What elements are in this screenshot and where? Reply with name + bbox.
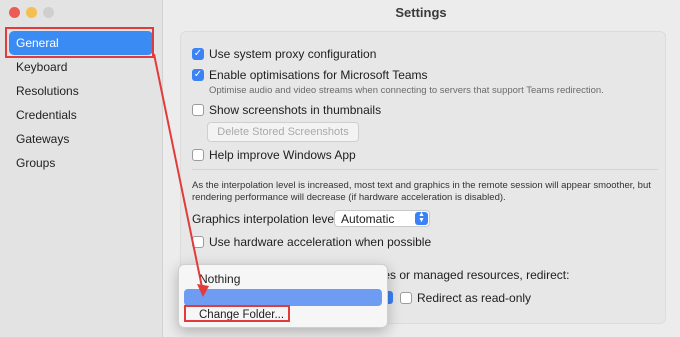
screenshots-label: Show screenshots in thumbnails: [209, 103, 382, 117]
sidebar-item-keyboard[interactable]: Keyboard: [9, 55, 153, 79]
help-improve-checkbox[interactable]: [192, 149, 204, 161]
teams-checkbox[interactable]: ✓: [192, 69, 204, 81]
teams-setting[interactable]: ✓ Enable optimisations for Microsoft Tea…: [192, 68, 428, 82]
readonly-label: Redirect as read-only: [417, 291, 532, 305]
section-divider: [192, 169, 658, 170]
sidebar-item-credentials[interactable]: Credentials: [9, 103, 153, 127]
window-controls: [9, 7, 54, 18]
interpolation-row: Graphics interpolation level:: [192, 212, 340, 226]
zoom-button[interactable]: [43, 7, 54, 18]
readonly-checkbox[interactable]: [400, 292, 412, 304]
minimize-button[interactable]: [26, 7, 37, 18]
proxy-setting[interactable]: ✓ Use system proxy configuration: [192, 47, 376, 61]
interpolation-label: Graphics interpolation level:: [192, 212, 341, 226]
settings-window: General Keyboard Resolutions Credentials…: [0, 0, 680, 337]
delete-screenshots-button[interactable]: Delete Stored Screenshots: [207, 122, 359, 142]
popup-item-nothing[interactable]: Nothing: [199, 272, 407, 286]
interpolation-value: Automatic: [341, 212, 395, 226]
help-improve-label: Help improve Windows App: [209, 148, 356, 162]
sidebar-item-groups[interactable]: Groups: [9, 151, 153, 175]
popup-item-highlighted[interactable]: [184, 289, 382, 306]
screenshots-checkbox[interactable]: [192, 104, 204, 116]
annotation-box-general: [5, 27, 154, 58]
annotation-box-change-folder: [184, 305, 290, 322]
teams-label: Enable optimisations for Microsoft Teams: [209, 68, 428, 82]
interpolation-note: As the interpolation level is increased,…: [192, 180, 651, 203]
interpolation-select[interactable]: Automatic ▲ ▼: [334, 210, 430, 227]
screenshots-setting[interactable]: Show screenshots in thumbnails: [192, 103, 381, 117]
window-title: Settings: [395, 5, 447, 20]
readonly-setting[interactable]: Redirect as read-only: [400, 291, 531, 305]
chevron-updown-icon: ▲ ▼: [415, 211, 428, 225]
hw-accel-checkbox[interactable]: [192, 236, 204, 248]
hw-accel-setting[interactable]: Use hardware acceleration when possible: [192, 235, 431, 249]
proxy-label: Use system proxy configuration: [209, 47, 377, 61]
help-improve-setting[interactable]: Help improve Windows App: [192, 148, 356, 162]
teams-description: Optimise audio and video streams when co…: [209, 85, 604, 96]
close-button[interactable]: [9, 7, 20, 18]
sidebar-item-gateways[interactable]: Gateways: [9, 127, 153, 151]
sidebar-item-resolutions[interactable]: Resolutions: [9, 79, 153, 103]
proxy-checkbox[interactable]: ✓: [192, 48, 204, 60]
hw-accel-label: Use hardware acceleration when possible: [209, 235, 432, 249]
